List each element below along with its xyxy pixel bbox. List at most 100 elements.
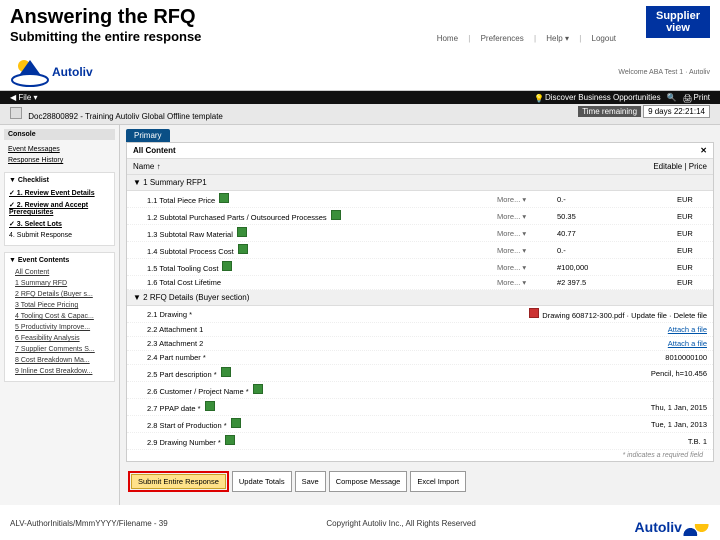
menu-bar: ◀ File ▾ 💡Discover Business Opportunitie… (0, 91, 720, 104)
app-header: Autoliv Welcome ABA Test 1 · Autoliv (0, 54, 720, 91)
table-row: 2.1 Drawing * Drawing 608712-300.pdf · U… (127, 306, 713, 323)
row-more-link[interactable]: More... ▾ (497, 195, 557, 204)
row-unit: EUR (677, 212, 707, 221)
nav-home[interactable]: Home (437, 34, 458, 43)
excel-import-button[interactable]: Excel Import (410, 471, 466, 492)
row-label: 2.1 Drawing * (147, 310, 487, 319)
row-value: 50.35 (557, 212, 677, 221)
checklist-item[interactable]: ✓ 2. Review and Accept Prerequisites (9, 199, 110, 218)
row-value: 0.- (557, 246, 677, 255)
checklist-item[interactable]: 4. Submit Response (9, 230, 110, 241)
excel-icon[interactable] (222, 261, 232, 271)
update-totals-button[interactable]: Update Totals (232, 471, 292, 492)
row-more-link[interactable]: More... ▾ (497, 212, 557, 221)
footer-left: ALV-AuthorInitials/MmmYYYY/Filename - 39 (10, 519, 168, 536)
swoosh-icon (682, 524, 710, 536)
row-more-link[interactable]: More... ▾ (497, 263, 557, 272)
brand-name: Autoliv (52, 65, 93, 79)
row-value[interactable]: Thu, 1 Jan, 2015 (651, 403, 707, 412)
save-button[interactable]: Save (295, 471, 326, 492)
print-icon: 🖨 (683, 94, 691, 102)
col-editable[interactable]: Editable | Price (653, 162, 707, 171)
content-link[interactable]: 2 RFQ Details (Buyer s... (9, 289, 110, 300)
row-value[interactable]: 8010000100 (665, 353, 707, 362)
attachment[interactable]: Drawing 608712-300.pdf (529, 311, 624, 320)
content-link[interactable]: All Content (9, 267, 110, 278)
table-row: 2.7 PPAP date * Thu, 1 Jan, 2015 (127, 399, 713, 416)
row-value[interactable]: Pencil, h=10.456 (651, 369, 707, 378)
row-label: 2.5 Part description * (147, 367, 487, 379)
doc-header: Doc28800892 - Training Autoliv Global Of… (0, 104, 720, 125)
row-more-link[interactable]: More... ▾ (497, 229, 557, 238)
excel-icon[interactable] (219, 193, 229, 203)
row-label: 1.6 Total Cost Lifetime (147, 278, 497, 287)
attach-file-link[interactable]: Attach a file (668, 339, 707, 348)
row-more-link[interactable]: More... ▾ (497, 246, 557, 255)
row-label: 1.1 Total Piece Price (147, 193, 497, 205)
row-label: 1.4 Subtotal Process Cost (147, 244, 497, 256)
content-link[interactable]: 3 Total Piece Pricing (9, 300, 110, 311)
discover-link[interactable]: 💡Discover Business Opportunities (534, 93, 661, 102)
footer-center: Copyright Autoliv Inc., All Rights Reser… (326, 519, 475, 536)
checklist-title[interactable]: ▼ Checklist (9, 177, 110, 184)
tab-primary[interactable]: Primary (126, 129, 170, 142)
panel-close-icon[interactable]: ✕ (700, 146, 707, 155)
table-row: 1.6 Total Cost Lifetime More... ▾ #2 397… (127, 276, 713, 290)
nav-prefs[interactable]: Preferences (481, 34, 524, 43)
submit-highlight: Submit Entire Response (128, 471, 229, 492)
content-link[interactable]: 7 Supplier Comments S... (9, 344, 110, 355)
row-value[interactable]: Tue, 1 Jan, 2013 (651, 420, 707, 429)
excel-icon[interactable] (238, 244, 248, 254)
row-label: 2.6 Customer / Project Name * (147, 384, 487, 396)
row-value: #100,000 (557, 263, 677, 272)
row-unit: EUR (677, 263, 707, 272)
excel-icon[interactable] (225, 435, 235, 445)
sidebar: Console Event Messages Response History … (0, 125, 120, 505)
content-link[interactable]: 1 Summary RFD (9, 278, 110, 289)
section-1-header[interactable]: ▼ 1 Summary RFP1 (127, 175, 713, 191)
contents-title[interactable]: ▼ Event Contents (9, 257, 110, 264)
sidebar-resp-history[interactable]: Response History (4, 155, 115, 166)
row-label: 2.3 Attachment 2 (147, 339, 487, 348)
content-link[interactable]: 6 Feasibility Analysis (9, 333, 110, 344)
sidebar-event-msgs[interactable]: Event Messages (4, 144, 115, 155)
doc-title: Doc28800892 - Training Autoliv Global Of… (28, 112, 223, 121)
content-area: Primary All Content ✕ Name ↑ Editable | … (120, 125, 720, 505)
excel-icon[interactable] (331, 210, 341, 220)
table-row: 1.2 Subtotal Purchased Parts / Outsource… (127, 208, 713, 225)
file-actions[interactable]: · Update file · Delete file (624, 311, 707, 320)
row-value[interactable]: T.B. 1 (688, 437, 707, 446)
supplier-view-badge: Supplierview (646, 6, 710, 38)
row-more-link[interactable]: More... ▾ (497, 278, 557, 287)
excel-icon[interactable] (237, 227, 247, 237)
attach-file-link[interactable]: Attach a file (668, 325, 707, 334)
time-remaining-label: Time remaining (578, 106, 641, 117)
checklist-item[interactable]: ✓ 1. Review Event Details (9, 187, 110, 199)
section-2-header[interactable]: ▼ 2 RFQ Details (Buyer section) (127, 290, 713, 306)
excel-icon[interactable] (253, 384, 263, 394)
table-row: 2.5 Part description * Pencil, h=10.456 (127, 365, 713, 382)
excel-icon[interactable] (221, 367, 231, 377)
content-link[interactable]: 5 Productivity Improve... (9, 322, 110, 333)
search-button[interactable]: 🔍 (667, 93, 677, 102)
col-name[interactable]: Name ↑ (133, 162, 161, 171)
nav-help[interactable]: Help ▾ (546, 34, 569, 43)
action-bar: Submit Entire Response Update Totals Sav… (128, 467, 710, 496)
row-unit: EUR (677, 195, 707, 204)
row-label: 2.2 Attachment 1 (147, 325, 487, 334)
table-row: 2.2 Attachment 1 Attach a file (127, 323, 713, 337)
row-label: 2.9 Drawing Number * (147, 435, 487, 447)
content-link[interactable]: 8 Cost Breakdown Ma... (9, 355, 110, 366)
excel-icon[interactable] (205, 401, 215, 411)
content-link[interactable]: 4 Tooling Cost & Capac... (9, 311, 110, 322)
nav-logout[interactable]: Logout (592, 34, 616, 43)
sidebar-console[interactable]: Console (4, 129, 115, 140)
checklist-item[interactable]: ✓ 3. Select Lots (9, 218, 110, 230)
excel-icon[interactable] (231, 418, 241, 428)
print-button[interactable]: 🖨Print (683, 93, 710, 102)
file-menu[interactable]: ◀ File ▾ (10, 93, 38, 102)
submit-entire-response-button[interactable]: Submit Entire Response (131, 474, 226, 489)
content-link[interactable]: 9 Inline Cost Breakdow... (9, 366, 110, 377)
content-panel: All Content ✕ Name ↑ Editable | Price ▼ … (126, 142, 714, 462)
compose-message-button[interactable]: Compose Message (329, 471, 408, 492)
